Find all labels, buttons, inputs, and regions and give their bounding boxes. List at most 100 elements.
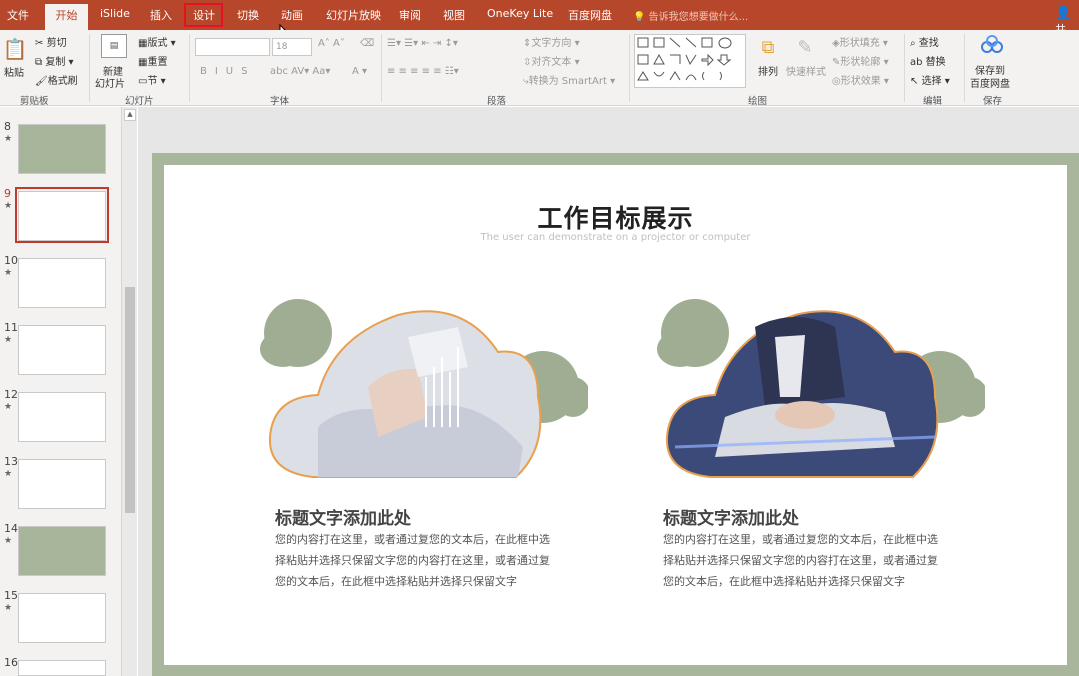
select-icon: ↖	[910, 76, 919, 87]
format-painter-button[interactable]: 🖌格式刷	[35, 72, 78, 87]
slide-thumbnail[interactable]	[18, 258, 106, 308]
tab-view[interactable]: 视图	[443, 7, 465, 23]
right-caption-title[interactable]: 标题文字添加此处	[663, 504, 799, 529]
tell-me-search[interactable]: 💡 告诉我您想要做什么...	[633, 8, 748, 23]
tab-islide[interactable]: iSlide	[100, 7, 130, 20]
scrollbar-thumb[interactable]	[125, 287, 135, 513]
slide-thumbnail[interactable]	[18, 526, 106, 576]
arrange-button[interactable]: 排列	[758, 63, 778, 78]
current-slide[interactable]: 工作目标展示 The user can demonstrate on a pro…	[152, 153, 1079, 676]
thumbnail-number: 8	[4, 120, 11, 133]
slide-subtitle[interactable]: The user can demonstrate on a projector …	[164, 232, 1067, 243]
select-button[interactable]: ↖ 选择 ▾	[910, 72, 950, 87]
slide-thumbnail[interactable]	[18, 660, 106, 676]
group-separator	[381, 34, 382, 102]
thumbnail-number: 9	[4, 187, 11, 200]
spacing-case-buttons[interactable]: abc AV▾ Aa▾	[270, 66, 330, 77]
copy-icon: ⧉	[35, 57, 43, 68]
ribbon: 📋 粘贴 ✂ 剪切 ⧉ 复制 ▾ 🖌格式刷 剪贴板 ▤ 新建 幻灯片 ▦版式 ▾…	[0, 30, 1079, 107]
font-name-select[interactable]	[195, 38, 270, 56]
slide-thumbnail-pane: 8 ★ 9 ★ 10 ★ 11 ★ 12 ★ 13 ★ 14 ★ 15 ★ 16	[0, 107, 121, 676]
search-icon: ⌕	[910, 38, 916, 49]
tab-baidu-netdisk[interactable]: 百度网盘	[568, 7, 612, 23]
arrange-icon[interactable]: ⧉	[757, 36, 779, 58]
thumbnail-number: 14	[4, 522, 18, 535]
selected-thumbnail-border	[15, 187, 109, 243]
clear-format-icon[interactable]: ⌫	[360, 38, 374, 49]
thumbnail-number: 16	[4, 656, 18, 669]
group-separator	[964, 34, 965, 102]
thumbnail-number: 11	[4, 321, 18, 334]
slide-thumbnail[interactable]	[18, 325, 106, 375]
cloud-photo-handshake[interactable]	[655, 297, 985, 483]
align-text-button[interactable]: ⇳对齐文本 ▾	[523, 53, 580, 68]
effects-icon: ◎	[832, 76, 841, 87]
cloud-photo-typing[interactable]	[258, 297, 588, 483]
smartart-button[interactable]: ⤷转换为 SmartArt ▾	[523, 72, 615, 87]
paste-button[interactable]: 粘贴	[4, 64, 24, 79]
tab-home[interactable]: 开始	[45, 4, 88, 30]
cut-button[interactable]: ✂ 剪切	[35, 34, 67, 49]
shape-effects-button[interactable]: ◎形状效果 ▾	[832, 72, 889, 87]
tab-review[interactable]: 审阅	[399, 7, 421, 23]
baidu-cloud-icon[interactable]	[980, 35, 1004, 55]
slide-thumbnail[interactable]	[18, 593, 106, 643]
list-buttons[interactable]: ☰▾ ☰▾ ⇤ ⇥ ↕▾	[387, 38, 458, 49]
reset-button[interactable]: ▦重置	[138, 53, 167, 68]
new-slide-icon[interactable]: ▤	[101, 34, 127, 58]
quick-styles-icon[interactable]: ✎	[794, 36, 816, 58]
group-separator	[89, 34, 90, 102]
paragraph-group-label: 段落	[487, 96, 507, 107]
baidu-netdisk-label[interactable]: 百度网盘	[970, 75, 1010, 90]
right-caption-line: 您的文本后，在此框中选择粘贴并选择只保留文字	[663, 575, 905, 588]
text-direction-button[interactable]: ⇕文字方向 ▾	[523, 34, 580, 49]
left-caption-body[interactable]: 您的内容打在这里，或者通过复您的文本后，在此框中选 择粘贴并选择只保留文字您的内…	[275, 529, 575, 592]
slide-content-area: 工作目标展示 The user can demonstrate on a pro…	[164, 165, 1067, 665]
design-tab-highlight	[184, 3, 223, 27]
shapes-gallery-icons	[637, 37, 732, 81]
thumbnail-number: 12	[4, 388, 18, 401]
replace-button[interactable]: ab 替换	[910, 53, 946, 68]
tab-insert[interactable]: 插入	[150, 7, 172, 23]
left-caption-title[interactable]: 标题文字添加此处	[275, 504, 411, 529]
animation-star-icon: ★	[4, 402, 13, 412]
new-slide-label[interactable]: 幻灯片	[95, 75, 125, 90]
layout-button[interactable]: ▦版式 ▾	[138, 34, 176, 49]
font-style-buttons[interactable]: BIUS	[200, 66, 255, 77]
left-caption-line: 您的内容打在这里，或者通过复您的文本后，在此框中选	[275, 533, 550, 546]
thumbnail-number: 10	[4, 254, 18, 267]
drawing-group-label: 绘图	[748, 96, 768, 107]
group-separator	[904, 34, 905, 102]
shape-outline-button[interactable]: ✎形状轮廓 ▾	[832, 53, 889, 68]
copy-button[interactable]: ⧉ 复制 ▾	[35, 53, 74, 68]
tab-slideshow[interactable]: 幻灯片放映	[326, 7, 381, 23]
slide-title[interactable]: 工作目标展示	[164, 199, 1067, 235]
group-separator	[189, 34, 190, 102]
font-size-select[interactable]: 18	[272, 38, 312, 56]
slide-thumbnail[interactable]	[18, 124, 106, 174]
ribbon-tab-bar: 文件 开始 iSlide 插入 设计 切换 动画 幻灯片放映 审阅 视图 One…	[0, 0, 1079, 42]
slide-thumbnail[interactable]	[18, 392, 106, 442]
left-caption-line: 您的文本后，在此框中选择粘贴并选择只保留文字	[275, 575, 517, 588]
slide-thumbnail[interactable]	[18, 459, 106, 509]
editing-group-label: 编辑	[923, 96, 943, 107]
animation-star-icon: ★	[4, 134, 13, 144]
grow-font-icon[interactable]: A˄ A˅	[318, 38, 345, 49]
find-button[interactable]: ⌕ 查找	[910, 34, 939, 49]
align-buttons[interactable]: ≡ ≡ ≡ ≡ ≡ ☷▾	[387, 66, 459, 77]
thumbnail-scrollbar[interactable]: ▲	[121, 107, 137, 676]
section-button[interactable]: ▭节 ▾	[138, 72, 166, 87]
tab-transitions[interactable]: 切换	[237, 7, 259, 23]
shapes-gallery[interactable]	[634, 34, 746, 88]
quick-styles-button[interactable]: 快速样式	[786, 63, 826, 78]
tab-onekey-lite[interactable]: OneKey Lite	[487, 7, 553, 20]
paste-icon[interactable]: 📋	[3, 36, 28, 62]
right-caption-line: 您的内容打在这里，或者通过复您的文本后，在此框中选	[663, 533, 938, 546]
tab-animations[interactable]: 动画	[281, 7, 303, 23]
powerpoint-window: 文件 开始 iSlide 插入 设计 切换 动画 幻灯片放映 审阅 视图 One…	[0, 0, 1079, 676]
tab-file[interactable]: 文件	[7, 7, 29, 23]
font-color-button[interactable]: A ▾	[352, 66, 367, 77]
scroll-up-icon[interactable]: ▲	[124, 109, 136, 121]
shape-fill-button[interactable]: ◈形状填充 ▾	[832, 34, 888, 49]
right-caption-body[interactable]: 您的内容打在这里，或者通过复您的文本后，在此框中选 择粘贴并选择只保留文字您的内…	[663, 529, 963, 592]
